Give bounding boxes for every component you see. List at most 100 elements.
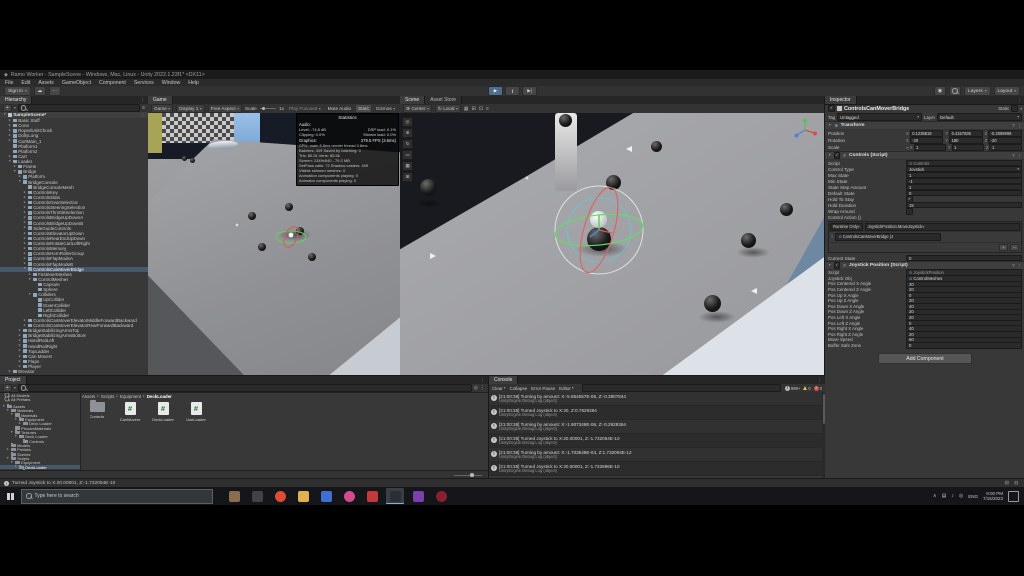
axis-field-z[interactable]: Z-0.2099998 bbox=[985, 130, 1022, 137]
taskbar-clock[interactable]: 9:00 PM 7/15/2023 bbox=[983, 491, 1003, 501]
expand-arrow[interactable]: ▾ bbox=[8, 160, 12, 164]
help-icon[interactable]: ? bbox=[1012, 123, 1014, 129]
add-component-button[interactable]: Add Component bbox=[878, 353, 972, 364]
asset-canmovers[interactable]: #CanMovers bbox=[117, 402, 143, 422]
expand-arrow[interactable]: ▸ bbox=[8, 129, 12, 133]
tray-expand-icon[interactable]: ∧ bbox=[933, 493, 937, 499]
expand-arrow[interactable]: ▸ bbox=[8, 370, 12, 374]
collapse-toggle[interactable]: Collapse bbox=[510, 386, 528, 391]
property-rotation[interactable]: RotationX-20Y180Z-20 bbox=[825, 137, 1024, 144]
expand-arrow[interactable]: ▸ bbox=[23, 252, 27, 256]
expand-arrow[interactable]: ▸ bbox=[8, 139, 12, 143]
grid-visibility-icon[interactable]: ▦ bbox=[464, 106, 469, 112]
axis-field-y[interactable]: Y180 bbox=[945, 137, 982, 144]
expand-arrow[interactable]: ▾ bbox=[6, 409, 10, 413]
asset-deckloader[interactable]: #DeckLoader bbox=[150, 402, 176, 422]
property-hold-duration[interactable]: Hold Duration15 bbox=[825, 202, 1024, 208]
property-position[interactable]: PositionX0.1235819Y0.4157836Z-0.2099998 bbox=[825, 130, 1024, 137]
breadcrumb-item[interactable]: Assets bbox=[82, 394, 95, 399]
asset-controls[interactable]: Controls bbox=[84, 402, 110, 422]
panel-menu-icon[interactable]: ⋮ bbox=[1014, 96, 1024, 104]
expand-arrow[interactable]: ▸ bbox=[23, 211, 27, 215]
layer-dropdown[interactable]: Default▾ bbox=[937, 113, 1022, 121]
hidden-packages-icon[interactable]: ◎ bbox=[474, 385, 478, 391]
project-search-input[interactable] bbox=[18, 384, 472, 392]
expand-arrow[interactable]: ▾ bbox=[14, 418, 18, 422]
clear-button[interactable]: Clear▾ bbox=[492, 386, 506, 391]
expand-arrow[interactable]: ▾ bbox=[10, 413, 14, 417]
expand-arrow[interactable]: ▸ bbox=[18, 360, 22, 364]
chevron-down-icon[interactable]: ▾ bbox=[14, 106, 16, 110]
create-object-button[interactable]: + bbox=[3, 104, 12, 112]
taskbar-unity-editor[interactable] bbox=[386, 488, 404, 504]
axis-field-y[interactable]: Y0.4157836 bbox=[945, 130, 982, 137]
layout-dropdown[interactable]: Layout ▾ bbox=[994, 86, 1021, 96]
component-header-transform[interactable]: ▾⊕Transform?⋮ bbox=[825, 121, 1024, 130]
rect-tool-icon[interactable]: ▦ bbox=[402, 161, 413, 171]
pause-button[interactable]: ‖ bbox=[505, 86, 520, 96]
foldout-arrow[interactable]: ▾ bbox=[3, 113, 7, 117]
taskbar-file-folder[interactable] bbox=[294, 488, 312, 504]
expand-arrow[interactable]: ▸ bbox=[6, 448, 10, 452]
volume-icon[interactable]: ♪ bbox=[951, 493, 954, 499]
component-menu-icon[interactable]: ⋮ bbox=[1018, 263, 1022, 269]
enabled-checkbox[interactable]: ✓ bbox=[834, 152, 840, 158]
expand-arrow[interactable]: ▸ bbox=[23, 237, 27, 241]
display-dropdown[interactable]: Display 1▾ bbox=[176, 104, 205, 113]
property-current-state[interactable]: Current State0 bbox=[825, 255, 1024, 261]
pivot-dropdown[interactable]: ⊕Center▾ bbox=[403, 104, 432, 113]
editor-dropdown[interactable]: Editor▾ bbox=[559, 386, 574, 391]
expand-arrow[interactable]: ▾ bbox=[18, 180, 22, 184]
transform-tool-icon[interactable]: ⊞ bbox=[402, 172, 413, 182]
search-icon[interactable] bbox=[949, 86, 961, 96]
taskbar-red-app[interactable] bbox=[363, 488, 381, 504]
enabled-checkbox[interactable]: ✓ bbox=[834, 262, 840, 268]
taskbar-adobe-app[interactable] bbox=[432, 488, 450, 504]
expand-arrow[interactable]: ▸ bbox=[18, 355, 22, 359]
property-default-state[interactable]: Default State0 bbox=[825, 190, 1024, 196]
expand-arrow[interactable]: ▾ bbox=[28, 293, 32, 297]
mute-audio-toggle[interactable]: Mute Audio bbox=[326, 105, 353, 112]
console-warn-toggle[interactable]: 0 bbox=[803, 386, 810, 391]
event-function-dropdown[interactable]: JoystickPosition.MoveJoystick▾ bbox=[865, 223, 1020, 231]
expand-arrow[interactable]: ▸ bbox=[23, 242, 27, 246]
object-name[interactable]: ControlsCanMoverBridge bbox=[844, 106, 996, 112]
expand-arrow[interactable]: ▸ bbox=[23, 216, 27, 220]
expand-arrow[interactable]: ▸ bbox=[18, 344, 22, 348]
expand-arrow[interactable]: ▸ bbox=[23, 257, 27, 261]
foldout-arrow[interactable]: ▾ bbox=[828, 154, 832, 158]
console-entry[interactable]: ![21:00:38] Turning by amount: X:-1.7035… bbox=[489, 448, 822, 462]
expand-arrow[interactable]: ▸ bbox=[23, 221, 27, 225]
console-info-toggle[interactable]: !999+ bbox=[785, 386, 800, 391]
expand-arrow[interactable]: ▾ bbox=[6, 457, 10, 461]
asset-useloader[interactable]: #UseLoader bbox=[183, 402, 209, 422]
console-entry[interactable]: ![21:00:38] Turning by amount: X:-5.8546… bbox=[489, 392, 822, 406]
menu-edit[interactable]: Edit bbox=[21, 80, 30, 86]
console-entry[interactable]: ![21:00:38] Turned Joystick to X:20.0000… bbox=[489, 434, 822, 448]
gizmos-dropdown[interactable]: Gizmos▾ bbox=[374, 105, 397, 112]
expand-arrow[interactable]: ▸ bbox=[18, 175, 22, 179]
static-checkbox[interactable] bbox=[1011, 105, 1018, 112]
tab-hierarchy[interactable]: Hierarchy bbox=[0, 96, 32, 104]
tab-console[interactable]: Console bbox=[489, 376, 518, 384]
axis-field-y[interactable]: Y1 bbox=[948, 144, 984, 151]
component-menu-icon[interactable]: ⋮ bbox=[1018, 123, 1022, 129]
slider-thumb[interactable] bbox=[470, 473, 474, 477]
tab-asset-store[interactable]: Asset Store bbox=[425, 96, 462, 104]
taskbar-chrome[interactable] bbox=[271, 488, 289, 504]
expand-arrow[interactable]: ▾ bbox=[23, 267, 27, 271]
console-search-input[interactable] bbox=[582, 384, 781, 392]
play-focused-dropdown[interactable]: Play Focused▾ bbox=[287, 105, 323, 112]
panel-menu-icon[interactable]: ⋮ bbox=[477, 376, 488, 384]
grid-snap-icon[interactable]: ⊡ bbox=[479, 106, 483, 112]
expand-arrow[interactable]: ▸ bbox=[23, 201, 27, 205]
scrollbar[interactable] bbox=[822, 392, 825, 479]
scale-tool-icon[interactable]: ▭ bbox=[402, 150, 413, 160]
expand-arrow[interactable]: ▸ bbox=[23, 191, 27, 195]
active-checkbox[interactable]: ✓ bbox=[828, 105, 835, 112]
panel-menu-icon[interactable]: ⋮ bbox=[814, 376, 825, 384]
expand-arrow[interactable]: ▾ bbox=[28, 278, 32, 282]
expand-arrow[interactable]: ▸ bbox=[23, 262, 27, 266]
snap-icon[interactable]: ⊞ bbox=[472, 106, 476, 112]
chevron-down-icon[interactable]: ▾ bbox=[14, 386, 16, 390]
